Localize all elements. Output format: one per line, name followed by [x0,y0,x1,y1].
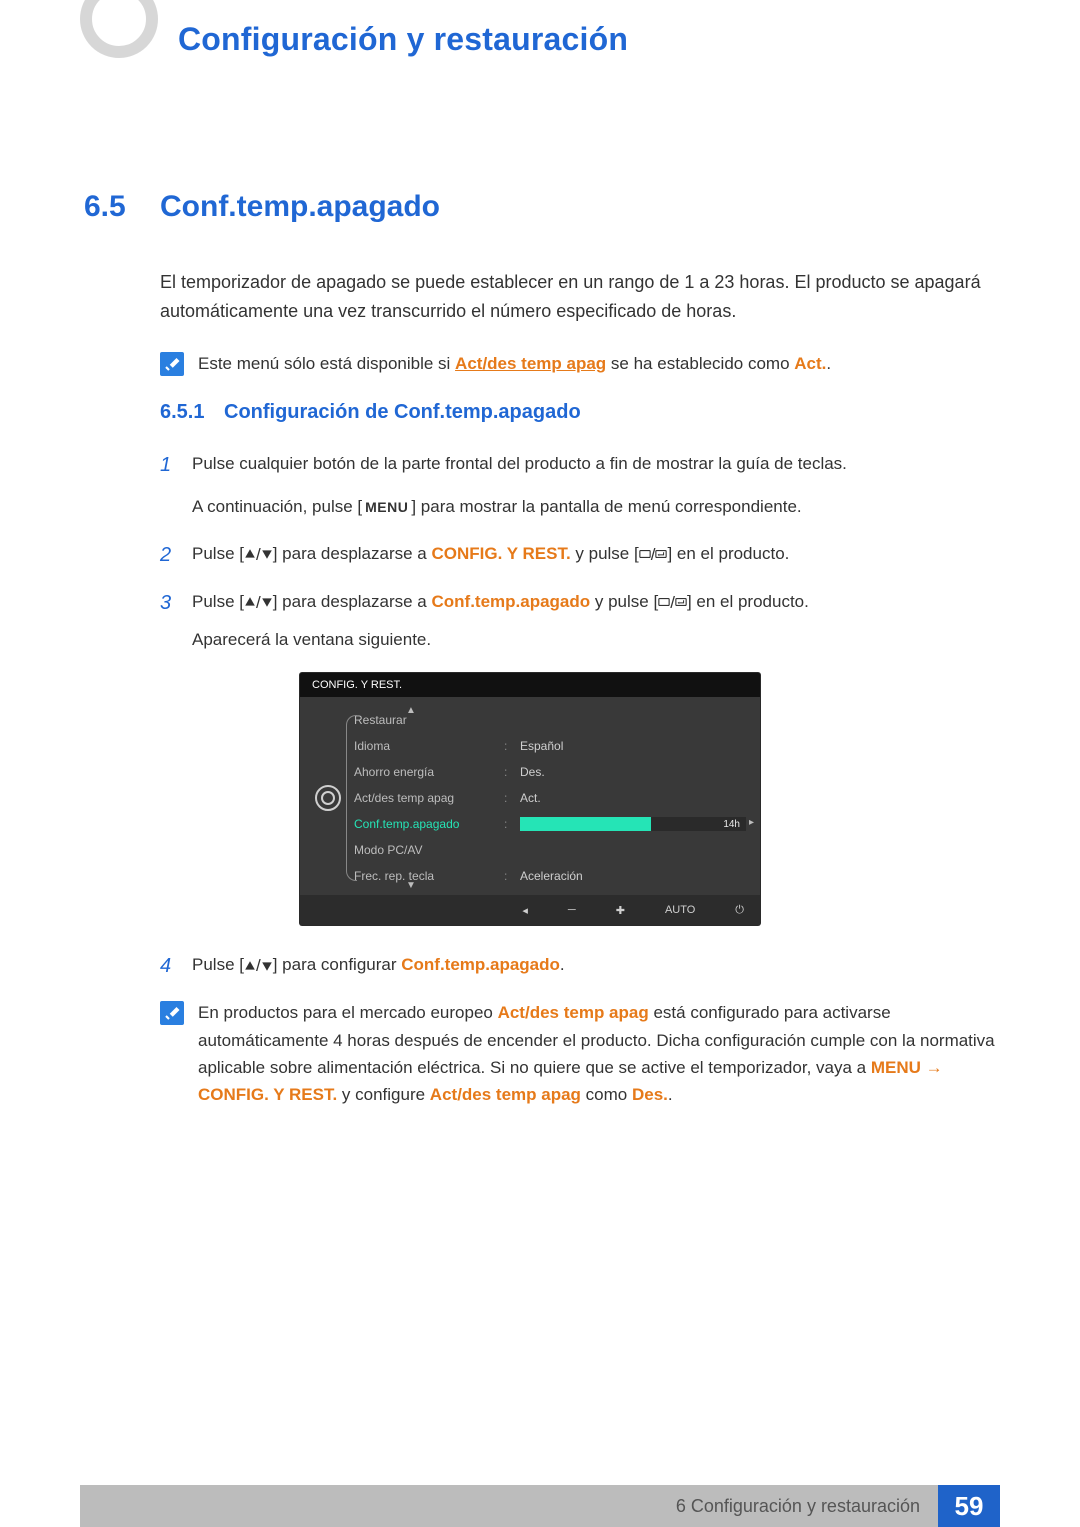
chapter-number-badge [80,0,158,58]
step1-line2: A continuación, pulse [MENU] para mostra… [192,493,847,522]
up-down-arrows-icon: / [244,594,273,611]
osd-row-conftemp: Conf.temp.apagado:14h [346,811,746,837]
osd-slider-value: 14h [723,819,740,830]
osd-back-icon: ◂ [522,904,528,917]
note1-prefix: Este menú sólo está disponible si [198,354,455,373]
step-body: Pulse [/] para desplazarse a Conf.temp.a… [192,588,809,656]
step-1: 1 Pulse cualquier botón de la parte fron… [160,450,1000,522]
step-number: 1 [160,450,192,480]
step-number: 3 [160,588,192,618]
subsection-title: Configuración de Conf.temp.apagado [224,401,581,424]
subsection-number: 6.5.1 [160,401,224,424]
osd-plus-icon: ✚ [616,904,625,917]
page-footer: 6 Configuración y restauración 59 [80,1485,1000,1527]
section-intro: El temporizador de apagado se puede esta… [160,268,1000,326]
page-number: 59 [938,1485,1000,1527]
step-4: 4 Pulse [/] para configurar Conf.temp.ap… [160,951,1000,981]
step-3: 3 Pulse [/] para desplazarse a Conf.temp… [160,588,1000,656]
note-text: Este menú sólo está disponible si Act/de… [198,350,831,377]
osd-power-icon: ⏻ [735,904,744,917]
note-icon [160,1001,184,1025]
footer-label: 6 Configuración y restauración [676,1496,920,1517]
note1-suffix: . [826,354,831,373]
chapter-title: Configuración y restauración [178,21,628,58]
note1-accent2: Act. [794,354,826,373]
step3-accent: Conf.temp.apagado [431,592,590,611]
source-enter-icon: / [639,546,668,563]
step-list: 1 Pulse cualquier botón de la parte fron… [160,450,1000,982]
osd-submenu-arrow-icon: ▸ [749,817,754,828]
osd-row-idioma: Idioma:Español [346,733,746,759]
step-number: 2 [160,540,192,570]
gear-icon [315,785,341,811]
menu-key-icon: MENU [362,499,411,515]
section-title: Conf.temp.apagado [160,190,440,224]
chapter-header: Configuración y restauración [80,0,1000,78]
content: 6.5 Conf.temp.apagado El temporizador de… [84,190,1000,1132]
osd-category-icon [310,707,346,889]
note1-accent1: Act/des temp apag [455,354,606,373]
source-enter-icon: / [658,594,687,611]
osd-title: CONFIG. Y REST. [300,673,760,697]
osd-auto-label: AUTO [665,904,695,916]
step2-accent: CONFIG. Y REST. [431,544,570,563]
step-number: 4 [160,951,192,981]
osd-row-ahorro: Ahorro energía:Des. [346,759,746,785]
subsection-heading: 6.5.1 Configuración de Conf.temp.apagado [160,401,1000,424]
osd-row-modopcav: Modo PC/AV [346,837,746,863]
osd-menu-list: ▲ Restaurar Idioma:Español Ahorro energí… [346,707,746,889]
step-2: 2 Pulse [/] para desplazarse a CONFIG. Y… [160,540,1000,570]
osd-footer: ◂ ─ ✚ AUTO ⏻ [300,895,760,925]
note2-text: En productos para el mercado europeo Act… [198,999,1000,1108]
section-heading: 6.5 Conf.temp.apagado [84,190,1000,224]
step-body: Pulse [/] para configurar Conf.temp.apag… [192,951,565,980]
step1-line1: Pulse cualquier botón de la parte fronta… [192,450,847,479]
osd-bracket [346,715,357,881]
osd-scroll-up-icon: ▲ [406,705,416,716]
osd-slider: 14h [520,817,746,831]
osd-body: ▲ Restaurar Idioma:Español Ahorro energí… [300,697,760,895]
osd-minus-icon: ─ [568,904,576,916]
section-number: 6.5 [84,190,160,224]
note-block-2: En productos para el mercado europeo Act… [160,999,1000,1108]
step-body: Pulse [/] para desplazarse a CONFIG. Y R… [192,540,789,569]
osd-row-actdes: Act/des temp apag:Act. [346,785,746,811]
up-down-arrows-icon: / [244,957,273,974]
osd-screenshot: CONFIG. Y REST. ▲ Restaurar Idioma:Españ… [300,673,760,925]
up-down-arrows-icon: / [244,546,273,563]
page: Configuración y restauración 6.5 Conf.te… [0,0,1080,1527]
note1-mid: se ha establecido como [606,354,794,373]
step-body: Pulse cualquier botón de la parte fronta… [192,450,847,522]
step3-line2: Aparecerá la ventana siguiente. [192,626,809,655]
osd-scroll-down-icon: ▼ [406,880,416,891]
step4-accent: Conf.temp.apagado [401,955,560,974]
note-icon [160,352,184,376]
note-block: Este menú sólo está disponible si Act/de… [160,350,1000,377]
